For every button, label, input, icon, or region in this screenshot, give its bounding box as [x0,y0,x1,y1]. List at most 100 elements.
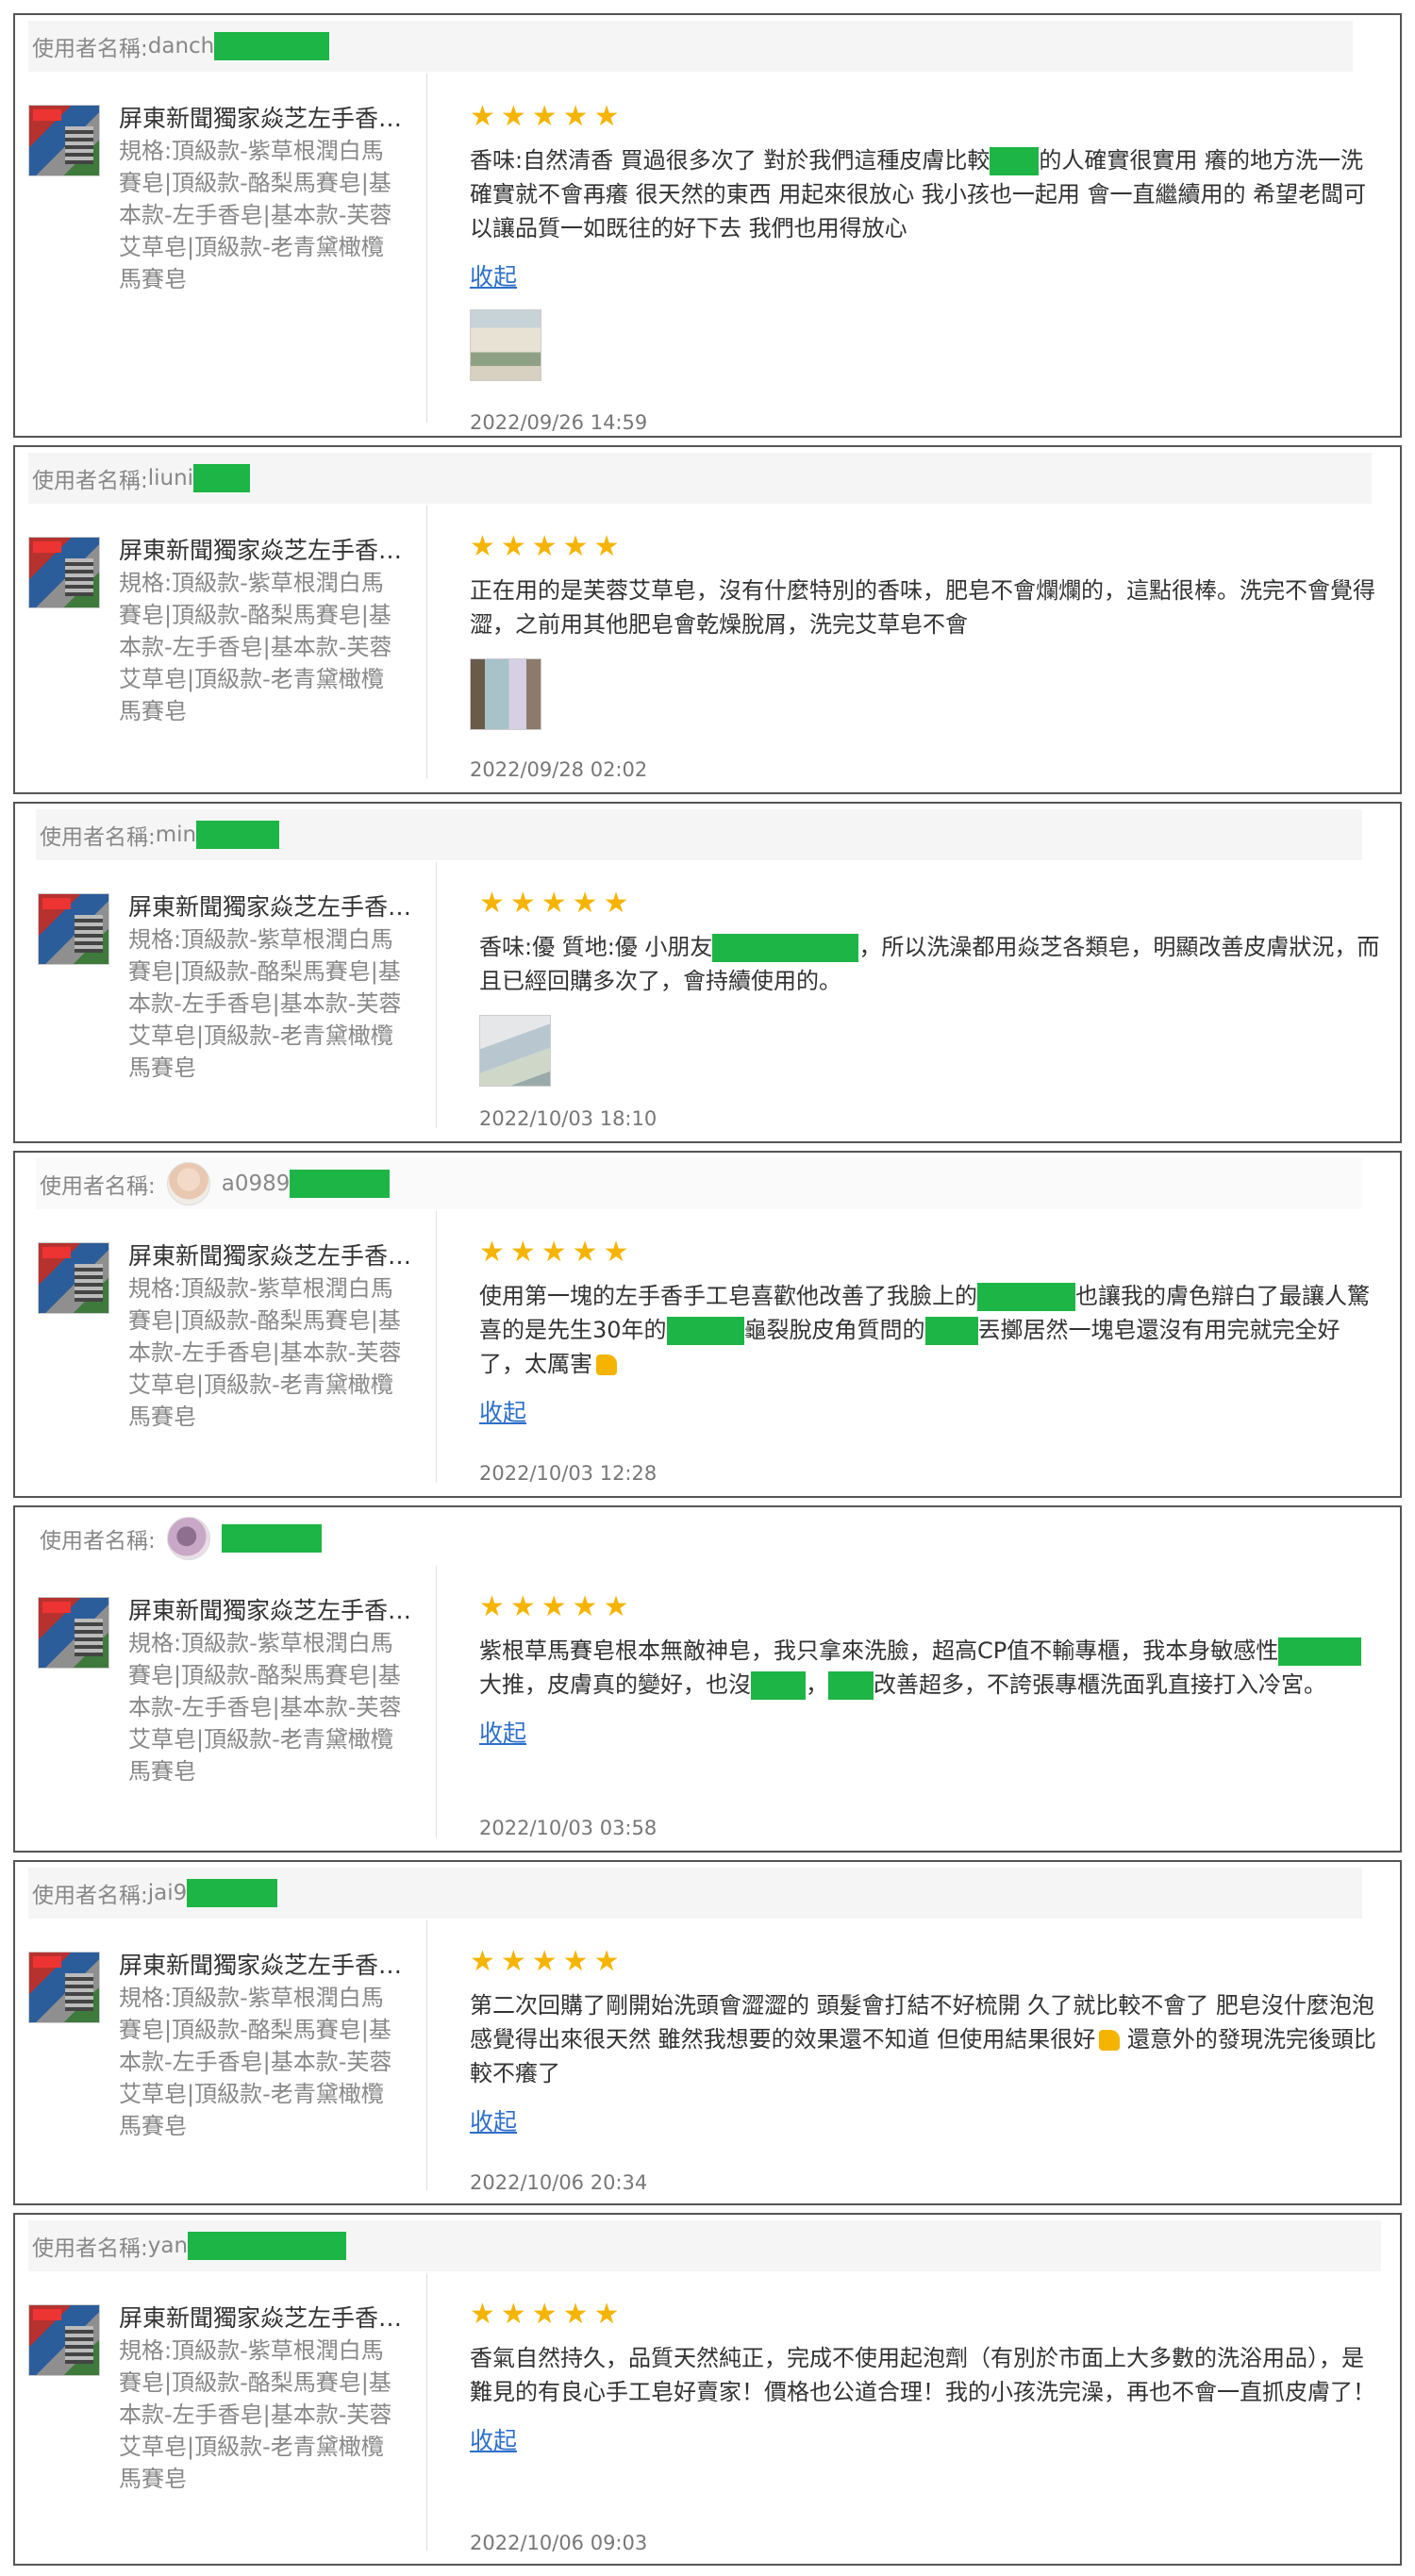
review-text: 正在用的是芙蓉艾草皂，沒有什麼特別的香味，肥皂不會爛爛的，這點很棒。洗完不會覺得… [470,577,1375,638]
redaction-mask [990,147,1040,175]
review-body: ★★★★★ 紫根草馬賽皂根本無敵神皂，我只拿來洗臉，超高CP值不輸專櫃，我本身敏… [479,1590,1381,1749]
review-body: ★★★★★ 香味:優 質地:優 小朋友 ，所以洗澡都用焱芝各類皂，明顯改善皮膚狀況… [479,887,1381,1087]
redaction-mask [712,934,859,962]
review-card: 使用者名稱: jai9 屏東新聞獨家焱芝左手香手工皂 規格:頂級款-紫草根潤白馬… [13,1860,1402,2205]
collapse-link[interactable]: 收起 [470,2103,517,2137]
product-spec: 規格:頂級款-紫草根潤白馬賽皂|頂級款-酪梨馬賽皂|基本款-左手香皂|基本款-芙… [128,1275,402,1430]
redaction-mask [221,1524,322,1553]
redaction-mask [828,1671,874,1700]
product-thumbnail[interactable] [28,1952,100,2023]
divider [426,506,427,779]
user-label: 使用者名稱: [40,825,156,850]
product-thumbnail[interactable] [28,105,100,176]
review-text: 香味:自然清香 買過很多次了 對於我們這種皮膚比較 的人確實很實用 癢的地方洗一洗… [470,147,1367,241]
product-title[interactable]: 屏東新聞獨家焱芝左手香手工皂 [119,2304,411,2333]
product-thumbnail[interactable] [38,1597,109,1669]
redaction-mask [751,1671,806,1700]
product-title[interactable]: 屏東新聞獨家焱芝左手香手工皂 [119,105,411,133]
review-date: 2022/10/06 09:03 [470,2532,648,2554]
reviewer-bar: 使用者名稱: a0989 [36,1158,1362,1209]
collapse-link[interactable]: 收起 [479,1715,526,1749]
review-card: 使用者名稱: liuni 屏東新聞獨家焱芝左手香手工皂 規格:頂級款-紫草根潤白… [13,445,1402,794]
review-text: 香味:優 質地:優 小朋友 ，所以洗澡都用焱芝各類皂，明顯改善皮膚狀況，而且已經回… [479,934,1380,994]
username: liuni [147,466,194,490]
product-title[interactable]: 屏東新聞獨家焱芝左手香手工皂 [119,1952,411,1980]
username: jai9 [147,1881,188,1905]
username: danch [147,34,215,58]
review-date: 2022/09/28 02:02 [470,758,648,781]
reviewer-bar: 使用者名稱: liuni [28,453,1372,504]
product-thumbnail[interactable] [38,1242,109,1314]
avatar[interactable] [166,1162,210,1205]
redaction-mask [666,1317,744,1345]
review-date: 2022/10/03 12:28 [479,1462,658,1485]
redaction-mask [188,2232,347,2260]
user-label: 使用者名稱: [32,1884,148,1908]
divider [426,2273,427,2551]
reviewer-bar: 使用者名稱: min [36,809,1362,860]
collapse-link[interactable]: 收起 [470,2422,517,2456]
product-title[interactable]: 屏東新聞獨家焱芝左手香手工皂 [128,1597,421,1625]
redaction-mask [187,1879,278,1907]
user-label: 使用者名稱: [32,37,148,61]
redaction-mask [977,1283,1075,1311]
reviewer-bar: 使用者名稱: jai9 [28,1868,1362,1919]
reviewer-bar: 使用者名稱: danch [28,21,1353,72]
redaction-mask [924,1317,978,1345]
review-body: ★★★★★ 香氣自然持久，品質天然純正，完成不使用起泡劑（有別於市面上大多數的洗… [470,2298,1381,2456]
review-body: ★★★★★ 使用第一塊的左手香手工皂喜歡他改善了我臉上的 也讓我的膚色辯白了最讓人… [479,1236,1381,1428]
review-card: 使用者名稱: danch 屏東新聞獨家焱芝左手香手工皂 規格:頂級款-紫草根潤白… [13,13,1402,438]
review-card: 使用者名稱: 屏東新聞獨家焱芝左手香手工皂 規格:頂級款-紫草根潤白馬賽皂|頂級… [13,1505,1402,1853]
product-title[interactable]: 屏東新聞獨家焱芝左手香手工皂 [119,537,411,565]
review-date: 2022/10/03 03:58 [479,1817,658,1839]
reviewer-bar: 使用者名稱: [36,1513,1362,1564]
user-label: 使用者名稱: [40,1174,156,1199]
star-rating: ★★★★★ [479,1590,635,1623]
review-card: 使用者名稱: a0989 屏東新聞獨家焱芝左手香手工皂 規格:頂級款-紫草根潤白… [13,1151,1402,1498]
review-photo[interactable] [470,309,541,381]
product-thumbnail[interactable] [28,537,100,608]
review-text: 香氣自然持久，品質天然純正，完成不使用起泡劑（有別於市面上大多數的洗浴用品），是… [470,2345,1375,2405]
review-text: 紫根草馬賽皂根本無敵神皂，我只拿來洗臉，超高CP值不輸專櫃，我本身敏感性大推，皮… [479,1634,1381,1702]
thumbs-up-icon [596,1354,617,1375]
star-rating: ★★★★★ [479,887,635,920]
product-spec: 規格:頂級款-紫草根潤白馬賽皂|頂級款-酪梨馬賽皂|基本款-左手香皂|基本款-芙… [119,1985,392,2139]
user-label: 使用者名稱: [40,1529,156,1554]
review-text: 使用第一塊的左手香手工皂喜歡他改善了我臉上的 也讓我的膚色辯白了最讓人驚喜的是先生… [479,1283,1370,1377]
product-spec: 規格:頂級款-紫草根潤白馬賽皂|頂級款-酪梨馬賽皂|基本款-左手香皂|基本款-芙… [128,926,402,1081]
review-photo[interactable] [470,658,541,730]
product-title[interactable]: 屏東新聞獨家焱芝左手香手工皂 [128,1242,421,1271]
review-photo[interactable] [479,1015,551,1087]
user-label: 使用者名稱: [32,2236,148,2261]
thumbs-up-icon [1099,2030,1121,2051]
review-body: ★★★★★ 正在用的是芙蓉艾草皂，沒有什麼特別的香味，肥皂不會爛爛的，這點很棒。… [470,530,1381,730]
product-thumbnail[interactable] [38,893,109,965]
collapse-link[interactable]: 收起 [479,1394,526,1428]
product-spec: 規格:頂級款-紫草根潤白馬賽皂|頂級款-酪梨馬賽皂|基本款-左手香皂|基本款-芙… [119,2337,392,2492]
divider [436,1211,437,1483]
divider [436,1566,437,1837]
divider [436,862,437,1128]
review-card: 使用者名稱: yan 屏東新聞獨家焱芝左手香手工皂 規格:頂級款-紫草根潤白馬賽… [13,2213,1402,2566]
user-label: 使用者名稱: [32,469,148,493]
product-thumbnail[interactable] [28,2304,100,2376]
redaction-mask [1278,1637,1362,1666]
star-rating: ★★★★★ [479,1236,635,1269]
review-body: ★★★★★ 香味:自然清香 買過很多次了 對於我們這種皮膚比較 的人確實很實用 癢… [470,100,1381,381]
divider [426,1920,427,2190]
product-title[interactable]: 屏東新聞獨家焱芝左手香手工皂 [128,893,421,922]
review-date: 2022/10/06 20:34 [470,2171,648,2194]
product-spec: 規格:頂級款-紫草根潤白馬賽皂|頂級款-酪梨馬賽皂|基本款-左手香皂|基本款-芙… [128,1630,402,1785]
redaction-mask [193,464,251,492]
product-spec: 規格:頂級款-紫草根潤白馬賽皂|頂級款-酪梨馬賽皂|基本款-左手香皂|基本款-芙… [119,138,392,292]
review-text: 第二次回購了剛開始洗頭會澀澀的 頭髮會打結不好梳開 久了就比較不會了 肥皂沒什麼… [470,1992,1376,2086]
collapse-link[interactable]: 收起 [470,258,517,292]
username: min [155,823,197,847]
redaction-mask [214,32,330,60]
divider [426,74,427,423]
username: a0989 [221,1172,291,1196]
reviewer-bar: 使用者名稱: yan [28,2220,1381,2271]
redaction-mask [290,1170,391,1198]
star-rating: ★★★★★ [470,100,625,133]
avatar[interactable] [166,1517,210,1560]
